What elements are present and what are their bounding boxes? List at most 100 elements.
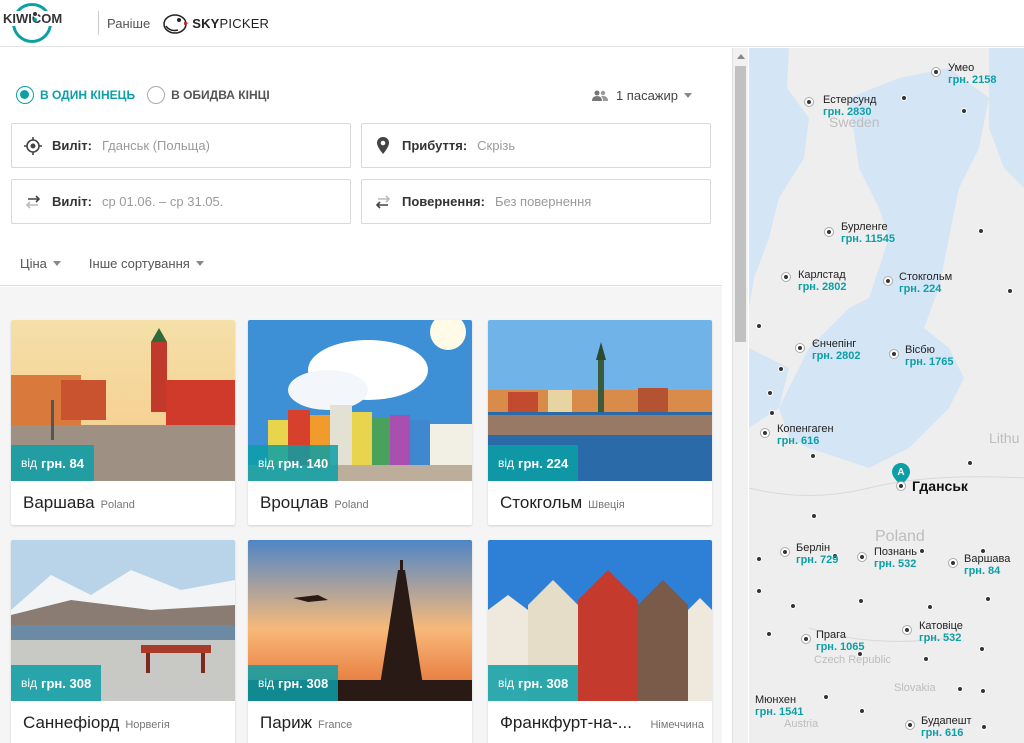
map-city-borlange[interactable]: Бурленге грн. 11545 [841,221,895,245]
scroll-thumb[interactable] [735,66,746,342]
map-dot[interactable] [978,228,984,234]
card-country: France [318,719,353,731]
radio-one-way[interactable]: В ОДИН КІНЕЦЬ [16,86,135,104]
map-dot[interactable] [858,598,864,604]
origin-label: Виліт: [52,138,92,153]
map-dot[interactable] [810,453,816,459]
map-city-berlin[interactable]: Берлін грн. 729 [796,542,838,566]
map-dot[interactable] [859,708,865,714]
map-background [749,48,1024,743]
price-badge: від грн. 84 [11,445,94,481]
map-dot[interactable] [767,390,773,396]
kiwi-logo[interactable]: KIWI • COM [3,3,66,43]
map-city-pin[interactable] [802,635,810,643]
map-city-pin[interactable] [890,350,898,358]
location-target-icon [24,136,42,155]
map-city-stockholm[interactable]: Стокгольм грн. 224 [899,271,952,295]
map-dot[interactable] [756,556,762,562]
map-dot[interactable] [919,548,925,554]
search-form: В ОДИН КІНЕЦЬ В ОБИДВА КІНЦІ 1 пасажир В… [0,48,722,286]
destination-card-paris[interactable]: від грн. 308 Париж France [248,540,472,743]
map-dot[interactable] [957,686,963,692]
return-date-field[interactable]: Повернення: Без повернення [361,179,711,224]
passengers-label: 1 пасажир [615,88,678,103]
map-city-pin[interactable] [825,228,833,236]
map-dot[interactable] [901,95,907,101]
map-city-katowice[interactable]: Катовіце грн. 532 [919,620,963,644]
map-city-prague[interactable]: Прага грн. 1065 [816,629,865,653]
map-city-pin[interactable] [884,277,892,285]
card-city: Варшава [23,493,95,512]
map-home-pin[interactable] [897,482,905,490]
card-city: Франкфурт-на-... [500,713,632,732]
destination-card-wroclaw[interactable]: від грн. 140 Вроцлав Poland [248,320,472,525]
chevron-down-icon [684,93,692,98]
card-title: Саннефіорд Норвегія [23,713,170,733]
map-city-pin[interactable] [906,721,914,729]
destination-card-warsaw[interactable]: від грн. 84 Варшава Poland [11,320,235,525]
map-city-visby[interactable]: Вісбю грн. 1765 [905,344,954,368]
map-dot[interactable] [979,646,985,652]
skypicker-logo-text: SKYPICKER [192,15,270,31]
map-city-pin[interactable] [903,626,911,634]
results-scrollbar[interactable] [732,48,748,743]
map-dot[interactable] [823,694,829,700]
formerly-label: Раніше [107,15,151,31]
card-country: Німеччина [650,719,704,731]
map-dot[interactable] [967,460,973,466]
price-badge: від грн. 308 [248,665,339,701]
card-title: Париж France [260,713,352,733]
departure-date-field[interactable]: Виліт: ср 01.06. – ср 31.05. [11,179,351,224]
map-dot[interactable] [766,631,772,637]
map-city-budapest[interactable]: Будапешт грн. 616 [921,715,972,739]
map-city-karlstad[interactable]: Карлстад грн. 2802 [798,269,847,293]
map-dot[interactable] [756,323,762,329]
card-country: Poland [334,499,369,511]
map-city-pin[interactable] [781,548,789,556]
origin-field[interactable]: Виліт: Гданськ (Польща) [11,123,351,168]
radio-round-trip-label: В ОБИДВА КІНЦІ [171,88,270,102]
map-dot[interactable] [961,108,967,114]
return-arrows-icon [374,193,392,211]
map-dot[interactable] [927,604,933,610]
map-city-pin[interactable] [949,559,957,567]
radio-round-trip[interactable]: В ОБИДВА КІНЦІ [147,86,270,104]
map-city-pin[interactable] [761,429,769,437]
scroll-up-arrow-icon[interactable] [737,54,745,59]
map-dot[interactable] [985,596,991,602]
map-dot[interactable] [981,724,987,730]
map-dot[interactable] [756,588,762,594]
map-dot[interactable] [980,688,986,694]
map-city-pin[interactable] [782,273,790,281]
destination-card-frankfurt[interactable]: від грн. 308 Франкфурт-на-... Німеччина [488,540,712,743]
map-dot[interactable] [769,410,775,416]
map-dot[interactable] [923,656,929,662]
sort-other-dropdown[interactable]: Інше сортування [89,256,204,271]
map-city-pin[interactable] [805,98,813,106]
chevron-down-icon [195,261,204,266]
map-city-pin[interactable] [858,553,866,561]
map-city-pin[interactable] [796,344,804,352]
map-dot[interactable] [790,603,796,609]
kiwi-logo-text: KIWI • COM [3,11,66,27]
map-city-warsaw[interactable]: Варшава грн. 84 [964,553,1010,577]
map-dot[interactable] [778,366,784,372]
passengers-dropdown[interactable]: 1 пасажир [591,88,692,103]
people-icon [591,90,608,101]
destination-card-stockholm[interactable]: від грн. 224 Стокгольм Швеція [488,320,712,525]
destinations-map[interactable]: Sweden Poland Lithu Czech Republic Slova… [749,48,1024,743]
map-city-copenhagen[interactable]: Копенгаген грн. 616 [777,423,834,447]
map-city-ostersund[interactable]: Естерсунд грн. 2830 [823,94,876,118]
map-city-munich[interactable]: Мюнхен грн. 1541 [755,694,804,718]
map-dot[interactable] [1007,288,1013,294]
destination-card-sandefjord[interactable]: від грн. 308 Саннефіорд Норвегія [11,540,235,743]
map-city-umea[interactable]: Умео грн. 2158 [948,62,997,86]
sort-price-dropdown[interactable]: Ціна [20,256,61,271]
card-title: Стокгольм Швеція [500,493,625,513]
departure-arrows-icon [24,193,42,211]
map-dot[interactable] [811,513,817,519]
map-city-poznan[interactable]: Познань грн. 532 [874,546,917,570]
map-city-jonkoping[interactable]: Єнчепінг грн. 2802 [812,338,861,362]
destination-field[interactable]: Прибуття: Скрізь [361,123,711,168]
map-city-pin[interactable] [932,68,940,76]
